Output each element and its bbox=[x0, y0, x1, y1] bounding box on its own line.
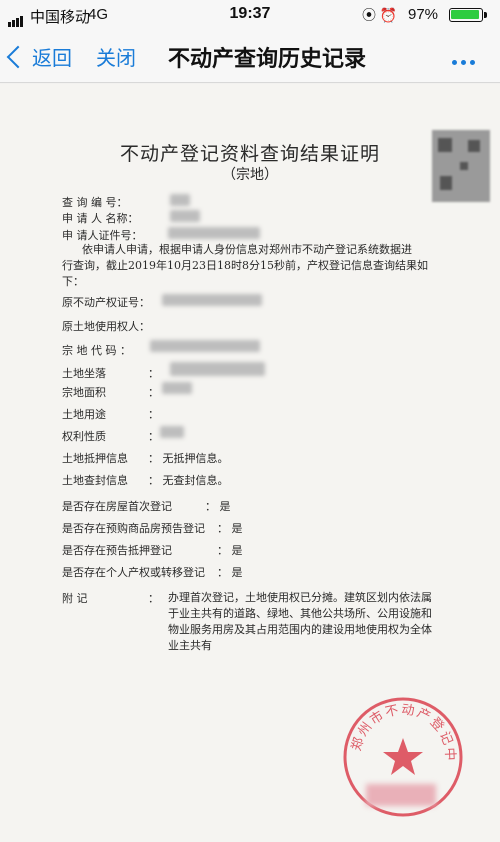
field-label: 土地坐落 bbox=[62, 367, 106, 380]
remark-line: 业主共有 bbox=[168, 639, 212, 652]
query-number-label: 查 询 编 号： bbox=[62, 196, 128, 209]
yes-no-label: 是否存在预购商品房预告登记 bbox=[62, 522, 205, 535]
redacted-value bbox=[170, 362, 265, 376]
more-dots-icon[interactable] bbox=[452, 52, 479, 70]
field-label: 原不动产权证号： bbox=[62, 296, 150, 309]
yes-no-value: ： 是 bbox=[217, 522, 243, 535]
redacted-value bbox=[162, 382, 192, 394]
field-label: 宗 地 代 码 ： bbox=[62, 344, 131, 357]
alarm-icon: ⏰ bbox=[379, 7, 398, 23]
redacted-value bbox=[162, 294, 262, 306]
remark-line: 于业主共有的道路、绿地、其他公共场所、公用设施和 bbox=[168, 607, 432, 620]
battery-fill bbox=[451, 10, 480, 19]
document-subtitle: （宗地） bbox=[222, 167, 278, 183]
intro-line-3: 下： bbox=[62, 275, 84, 288]
redacted-value bbox=[170, 194, 190, 206]
field-value: ： bbox=[148, 408, 159, 421]
redacted-value bbox=[170, 210, 200, 222]
seizure-value: ： 无查封信息。 bbox=[148, 474, 229, 487]
battery-icon bbox=[449, 8, 487, 22]
battery-percent: 97% bbox=[408, 6, 439, 23]
field-value: ： bbox=[148, 430, 159, 443]
close-button[interactable]: 关闭 bbox=[96, 42, 136, 71]
redacted-value bbox=[160, 426, 184, 438]
remark-line: 办理首次登记，土地使用权已分摊。建筑区划内依法属 bbox=[168, 591, 432, 604]
qr-code-icon bbox=[432, 130, 490, 202]
yes-no-label: 是否存在预告抵押登记 bbox=[62, 544, 172, 557]
field-label: 权利性质 bbox=[62, 430, 106, 443]
field-value: ： bbox=[148, 386, 159, 399]
redacted-value bbox=[150, 340, 260, 352]
yes-no-label: 是否存在个人产权或转移登记 bbox=[62, 566, 205, 579]
field-label: 原土地使用权人： bbox=[62, 320, 150, 333]
yes-no-value: ： 是 bbox=[205, 500, 231, 513]
status-icons: ⦿ ⏰ bbox=[362, 5, 397, 25]
back-label: 返回 bbox=[32, 48, 72, 70]
remark-colon: ： bbox=[148, 592, 159, 605]
page-title: 不动产查询历史记录 bbox=[168, 46, 367, 71]
field-label: 宗地面积 bbox=[62, 386, 106, 399]
mortgage-value: ： 无抵押信息。 bbox=[148, 452, 229, 465]
rotation-lock-icon: ⦿ bbox=[362, 7, 376, 23]
yes-no-label: 是否存在房屋首次登记 bbox=[62, 500, 172, 513]
field-value: ： bbox=[148, 367, 159, 380]
status-bar: 中国移动 4G 19:37 ⦿ ⏰ 97% bbox=[0, 0, 500, 30]
remark-line: 物业服务用房及其占用范围内的建设用地使用权为全体 bbox=[168, 623, 432, 636]
applicant-name-label: 申 请 人 名称： bbox=[62, 212, 139, 225]
field-label: 土地用途 bbox=[62, 408, 106, 421]
remark-label: 附 记 bbox=[62, 592, 88, 605]
certificate-document: 不动产登记资料查询结果证明 （宗地） 查 询 编 号： 申 请 人 名称： 申 … bbox=[0, 84, 500, 842]
redacted-value bbox=[168, 227, 260, 239]
redacted-signature bbox=[366, 784, 436, 806]
intro-line-1: 依申请人申请，根据申请人身份信息对郑州市不动产登记系统数据进 bbox=[82, 243, 412, 256]
back-button[interactable]: 返回 bbox=[6, 42, 72, 71]
intro-line-2: 行查询，截止2019年10月23日18时8分15秒前，产权登记信息查询结果如 bbox=[62, 259, 428, 272]
mortgage-label: 土地抵押信息 bbox=[62, 452, 128, 465]
applicant-id-label: 申 请人证件号： bbox=[62, 229, 143, 242]
seizure-label: 土地查封信息 bbox=[62, 474, 128, 487]
document-title: 不动产登记资料查询结果证明 bbox=[119, 143, 380, 165]
navigation-bar: 返回 关闭 不动产查询历史记录 bbox=[0, 30, 500, 83]
chevron-left-icon bbox=[6, 45, 30, 69]
yes-no-value: ： 是 bbox=[217, 544, 243, 557]
yes-no-value: ： 是 bbox=[217, 566, 243, 579]
